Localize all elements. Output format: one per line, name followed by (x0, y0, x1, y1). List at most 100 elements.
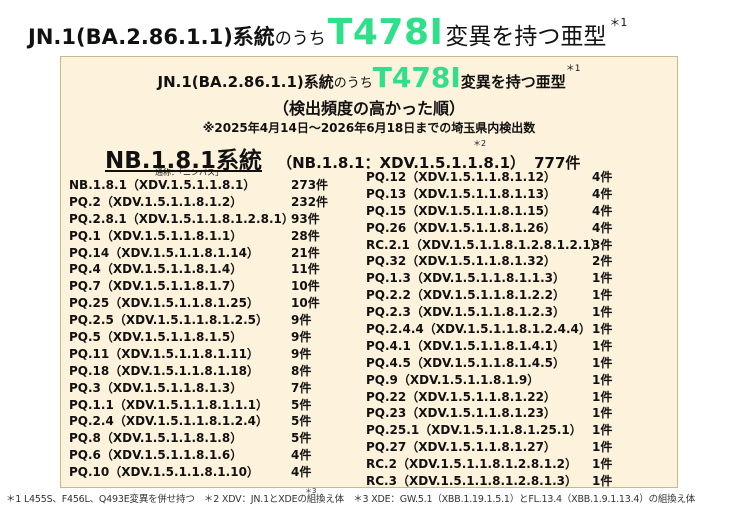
right-subtype-list: PQ.12（XDV.1.5.1.1.8.1.12） 4件 PQ.13（XDV.1.5… (366, 169, 676, 490)
subtype-count: 5件 (291, 397, 312, 412)
subtype-count: 1件 (592, 355, 613, 370)
list-item: PQ.27（XDV.1.5.1.1.8.1.27） 1件 (366, 439, 676, 456)
panel-title-mutation: T478I (372, 61, 461, 94)
subtype-count: 9件 (291, 330, 312, 345)
subtype-count: 232件 (291, 194, 329, 209)
subtype-count: 3件 (592, 237, 613, 252)
list-item: PQ.3（XDV.1.5.1.1.8.1.3） 7件 (69, 380, 339, 397)
subtype-name: PQ.2.2（XDV.1.5.1.1.8.1.2.2） (366, 288, 566, 303)
subtype-name: RC.3（XDV.1.5.1.1.8.1.2.8.1.3） (366, 474, 577, 489)
list-item: PQ.4.1（XDV.1.5.1.1.8.1.4.1） 1件 (366, 338, 676, 355)
subtype-count: 8件 (291, 363, 312, 378)
list-item: PQ.15（XDV.1.5.1.1.8.1.15） 4件 (366, 203, 676, 220)
subtype-count: 2件 (592, 254, 613, 269)
subtype-count: 4件 (592, 220, 613, 235)
subtype-name: PQ.2.3（XDV.1.5.1.1.8.1.2.3） (366, 305, 566, 320)
subtype-count: 1件 (592, 457, 613, 472)
subtype-count: 10件 (291, 279, 320, 294)
list-item: PQ.1.3（XDV.1.5.1.1.8.1.1.3） 1件 (366, 270, 676, 287)
subtype-name: PQ.23（XDV.1.5.1.1.8.1.23） (366, 406, 556, 421)
lineage-footnote-mark: ＊2 (473, 139, 487, 148)
subtype-count: 1件 (592, 423, 613, 438)
list-item: PQ.25.1（XDV.1.5.1.1.8.1.25.1） 1件 (366, 422, 676, 439)
subtype-name: PQ.4.5（XDV.1.5.1.1.8.1.4.5） (366, 355, 566, 370)
list-item: PQ.11（XDV.1.5.1.1.8.1.11） 9件 (69, 346, 339, 363)
subtype-name: PQ.25（XDV.1.5.1.1.8.1.25） (69, 296, 259, 311)
list-item: PQ.2.3（XDV.1.5.1.1.8.1.2.3） 1件 (366, 304, 676, 321)
subtype-count: 93件 (291, 211, 320, 226)
subtype-name: NB.1.8.1（XDV.1.5.1.1.8.1） (69, 178, 256, 192)
list-item: PQ.10（XDV.1.5.1.1.8.1.10） 4件 (69, 464, 339, 481)
subtype-name: PQ.25.1（XDV.1.5.1.1.8.1.25.1） (366, 423, 582, 438)
subtype-count: 9件 (291, 313, 312, 328)
subtype-name: PQ.22（XDV.1.5.1.1.8.1.22） (366, 389, 556, 404)
subtype-name: PQ.8（XDV.1.5.1.1.8.1.8） (69, 431, 243, 446)
subtype-count: 1件 (592, 322, 613, 337)
subtype-count: 5件 (291, 414, 312, 429)
panel-note: ※2025年4月14日～2026年6月18日までの埼玉県内検出数 (202, 121, 536, 135)
subtype-count: 273件 (291, 178, 329, 192)
footnotes: ＊1 L455S、F456L、Q493E変異を併せ持つ ＊2 XDV：JN.1と… (6, 494, 696, 505)
subtype-name: PQ.2.4（XDV.1.5.1.1.8.1.2.4） (69, 414, 269, 429)
subtype-count: 4件 (592, 170, 613, 184)
subtype-count: 11件 (291, 262, 320, 277)
title-mutation: T478I (327, 12, 444, 53)
list-item: PQ.4（XDV.1.5.1.1.8.1.4） 11件 (69, 261, 339, 278)
subtype-count: 9件 (291, 346, 312, 361)
list-item: PQ.18（XDV.1.5.1.1.8.1.18） 8件 (69, 363, 339, 380)
subtype-count: 4件 (291, 448, 312, 463)
list-item: PQ.2.5（XDV.1.5.1.1.8.1.2.5） 9件 (69, 312, 339, 329)
panel-subtitle: （検出頻度の高かった順） (272, 99, 465, 118)
subtype-count: 28件 (291, 228, 320, 243)
list-item: PQ.4.5（XDV.1.5.1.1.8.1.4.5） 1件 (366, 355, 676, 372)
left-subtype-list: NB.1.8.1（XDV.1.5.1.1.8.1） 273件 PQ.2（XDV.1.… (69, 177, 339, 481)
list-item: PQ.8（XDV.1.5.1.1.8.1.8） 5件 (69, 430, 339, 447)
subtype-count: 1件 (592, 288, 613, 303)
list-item: PQ.25（XDV.1.5.1.1.8.1.25） 10件 (69, 295, 339, 312)
subtype-count: 1件 (592, 372, 613, 387)
subtype-count: 1件 (592, 406, 613, 421)
panel-title-lineage: JN.1(BA.2.86.1.1)系統 (157, 73, 334, 91)
subtype-name: PQ.4.1（XDV.1.5.1.1.8.1.4.1） (366, 338, 566, 353)
subtype-count: 7件 (291, 380, 312, 395)
subtype-name: PQ.7（XDV.1.5.1.1.8.1.7） (69, 279, 243, 294)
subtype-name: PQ.11（XDV.1.5.1.1.8.1.11） (69, 346, 259, 361)
list-item: RC.3（XDV.1.5.1.1.8.1.2.8.1.3） 1件 (366, 473, 676, 490)
list-item: PQ.2（XDV.1.5.1.1.8.1.2） 232件 (69, 194, 339, 211)
list-item: NB.1.8.1（XDV.1.5.1.1.8.1） 273件 (69, 177, 339, 194)
list-item: PQ.32（XDV.1.5.1.1.8.1.32） 2件 (366, 253, 676, 270)
subtype-name: RC.2.1（XDV.1.5.1.1.8.1.2.8.1.2.1） (366, 237, 603, 252)
title-connector: のうち (274, 29, 326, 49)
list-item: PQ.2.4.4（XDV.1.5.1.1.8.1.2.4.4） 1件 (366, 321, 676, 338)
summary-panel: JN.1(BA.2.86.1.1)系統のうちT478I変異を持つ亜型＊1 （検出… (60, 56, 678, 488)
list-item: PQ.14（XDV.1.5.1.1.8.1.14） 21件 (69, 245, 339, 262)
list-item: PQ.2.8.1（XDV.1.5.1.1.8.1.2.8.1） 93件 (69, 211, 339, 228)
list-item: PQ.22（XDV.1.5.1.1.8.1.22） 1件 (366, 389, 676, 406)
subtype-count: 1件 (592, 305, 613, 320)
subtype-count: 4件 (592, 186, 613, 201)
list-item: PQ.6（XDV.1.5.1.1.8.1.6） 4件 (69, 447, 339, 464)
subtype-name: PQ.2.4.4（XDV.1.5.1.1.8.1.2.4.4） (366, 322, 591, 337)
subtype-name: PQ.15（XDV.1.5.1.1.8.1.15） (366, 203, 556, 218)
subtype-name: PQ.9（XDV.1.5.1.1.8.1.9） (366, 372, 540, 387)
list-item: PQ.23（XDV.1.5.1.1.8.1.23） 1件 (366, 405, 676, 422)
list-item: PQ.1（XDV.1.5.1.1.8.1.1） 28件 (69, 228, 339, 245)
subtype-name: PQ.1（XDV.1.5.1.1.8.1.1） (69, 228, 243, 243)
subtype-name: PQ.32（XDV.1.5.1.1.8.1.32） (366, 254, 556, 269)
list-item: PQ.2.2（XDV.1.5.1.1.8.1.2.2） 1件 (366, 287, 676, 304)
subtype-count: 4件 (291, 465, 312, 480)
subtype-name: PQ.2（XDV.1.5.1.1.8.1.2） (69, 194, 243, 209)
subtype-name: PQ.3（XDV.1.5.1.1.8.1.3） (69, 380, 243, 395)
subtype-name: PQ.27（XDV.1.5.1.1.8.1.27） (366, 440, 556, 455)
panel-title-footnote-mark: ＊1 (565, 64, 581, 74)
list-item: PQ.9（XDV.1.5.1.1.8.1.9） 1件 (366, 372, 676, 389)
subtype-count: 1件 (592, 440, 613, 455)
panel-title-suffix: 変異を持つ亜型 (460, 73, 566, 91)
subtype-count: 4件 (592, 203, 613, 218)
subtype-name: PQ.2.8.1（XDV.1.5.1.1.8.1.2.8.1） (69, 211, 294, 226)
subtype-name: PQ.1.1（XDV.1.5.1.1.8.1.1.1） (69, 397, 269, 412)
list-item: PQ.2.4（XDV.1.5.1.1.8.1.2.4） 5件 (69, 413, 339, 430)
subtype-name: PQ.10（XDV.1.5.1.1.8.1.10） (69, 465, 259, 480)
panel-title-connector: のうち (333, 76, 373, 91)
subtype-count: 1件 (592, 271, 613, 286)
